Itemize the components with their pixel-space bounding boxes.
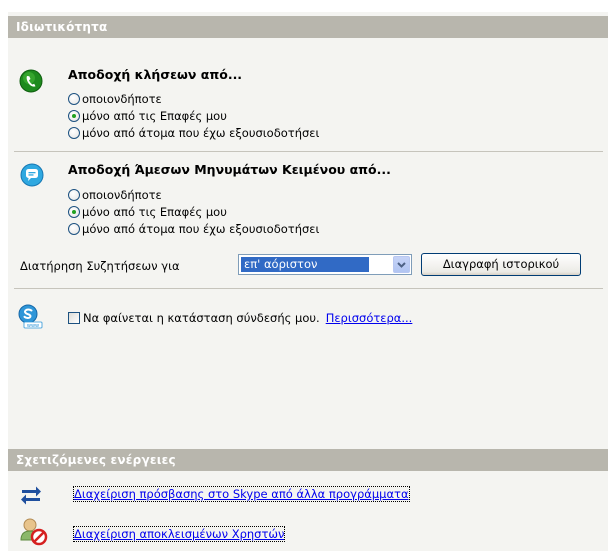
chevron-down-icon[interactable] [393, 256, 410, 273]
phone-icon [19, 69, 43, 97]
calls-option-label: μόνο από τις Επαφές μου [82, 108, 227, 123]
show-status-checkbox[interactable] [68, 311, 80, 324]
radio-button[interactable] [68, 92, 80, 105]
calls-title: Αποδοχή κλήσεων από... [68, 67, 243, 82]
show-status-label: Να φαίνεται η κατάσταση σύνδεσής μου. [83, 310, 320, 325]
messages-option-label: μόνο από άτομα που έχω εξουσιοδοτήσει [82, 221, 320, 236]
calls-option-label: οποιονδήποτε [82, 91, 162, 106]
radio-button[interactable] [68, 188, 80, 201]
calls-option-authorized[interactable]: μόνο από άτομα που έχω εξουσιοδοτήσει [68, 124, 319, 141]
section-divider [14, 151, 603, 152]
messages-option-anyone[interactable]: οποιονδήποτε [68, 186, 162, 203]
clear-history-button[interactable]: Διαγραφή ιστορικού [421, 253, 581, 276]
manage-blocked-users-link[interactable]: Διαχείριση αποκλεισμένων Χρηστών [72, 526, 286, 542]
messages-title: Αποδοχή Άμεσων Μηνυμάτων Κειμένου από... [68, 162, 391, 177]
calls-option-anyone[interactable]: οποιονδήποτε [68, 90, 162, 107]
svg-text:www: www [27, 323, 39, 329]
privacy-panel: Ιδιωτικότητα Αποδοχή κλήσεων από... οποι… [8, 12, 608, 551]
related-actions-header: Σχετιζόμενες ενέργειες [8, 449, 608, 471]
history-label: Διατήρηση Συζητήσεων για [20, 259, 180, 273]
messages-option-label: οποιονδήποτε [82, 187, 162, 202]
show-status-option[interactable]: Να φαίνεται η κατάσταση σύνδεσής μου. Πε… [68, 309, 412, 326]
calls-option-contacts[interactable]: μόνο από τις Επαφές μου [68, 107, 227, 124]
chat-bubble-icon [20, 163, 44, 191]
arrows-icon [20, 483, 42, 509]
skype-icon: www [18, 304, 44, 334]
radio-button-checked[interactable] [68, 205, 80, 218]
manage-program-access-link[interactable]: Διαχείριση πρόσβασης στο Skype από άλλα … [73, 486, 410, 502]
blocked-user-icon [20, 516, 48, 550]
privacy-header: Ιδιωτικότητα [8, 16, 608, 38]
history-duration-value: επ' αόριστον [241, 257, 369, 272]
radio-button[interactable] [68, 126, 80, 139]
messages-option-contacts[interactable]: μόνο από τις Επαφές μου [68, 203, 227, 220]
radio-button[interactable] [68, 222, 80, 235]
radio-button-checked[interactable] [68, 109, 80, 122]
history-duration-select[interactable]: επ' αόριστον [238, 254, 412, 275]
messages-option-authorized[interactable]: μόνο από άτομα που έχω εξουσιοδοτήσει [68, 220, 319, 237]
messages-option-label: μόνο από τις Επαφές μου [82, 204, 227, 219]
calls-option-label: μόνο από άτομα που έχω εξουσιοδοτήσει [82, 125, 320, 140]
section-divider [14, 288, 603, 289]
more-info-link[interactable]: Περισσότερα... [326, 311, 413, 325]
